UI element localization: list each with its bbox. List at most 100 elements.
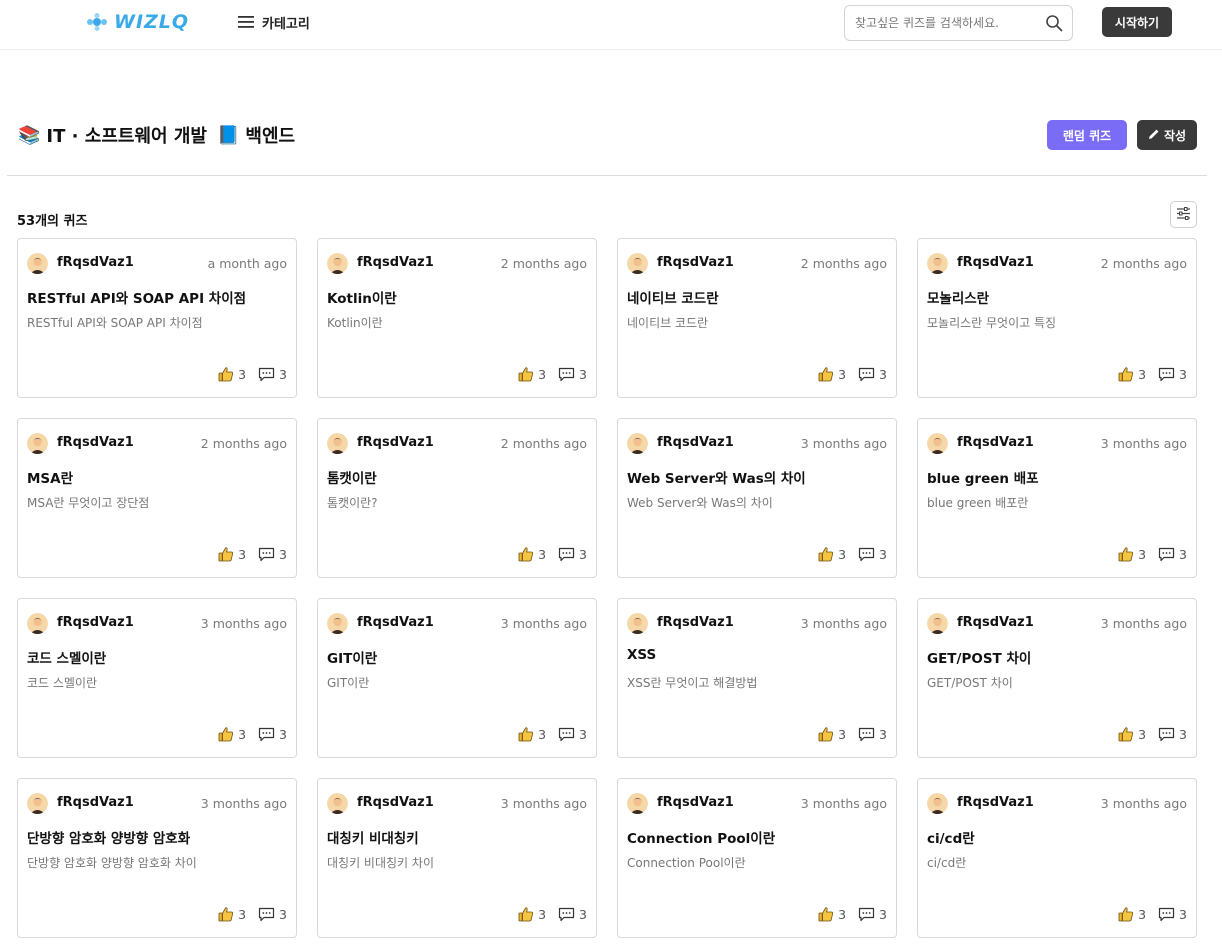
- quiz-card[interactable]: fRqsdVaz1 3 months ago blue green 배포 blu…: [917, 418, 1197, 578]
- quiz-title: GIT이란: [327, 651, 378, 667]
- filter-button[interactable]: [1170, 201, 1197, 228]
- comment-count: 3: [879, 726, 887, 742]
- like-stat[interactable]: 3: [1118, 726, 1146, 742]
- pencil-icon: [1148, 128, 1164, 143]
- comment-stat[interactable]: 3: [1158, 367, 1187, 382]
- comment-stat[interactable]: 3: [558, 547, 587, 562]
- like-stat[interactable]: 3: [818, 906, 846, 922]
- thumbs-up-icon: [1118, 906, 1138, 922]
- thumbs-up-icon: [218, 726, 238, 742]
- quiz-title: Connection Pool이란: [627, 831, 776, 847]
- quiz-card[interactable]: fRqsdVaz1 3 months ago 코드 스멜이란 코드 스멜이란 3: [17, 598, 297, 758]
- comment-stat[interactable]: 3: [1158, 727, 1187, 742]
- random-quiz-button[interactable]: 랜덤 퀴즈: [1047, 120, 1127, 150]
- thumbs-up-icon: [218, 366, 238, 382]
- search-icon[interactable]: [1036, 6, 1072, 40]
- top-header: WIZLQ 카테고리 시작하기: [0, 0, 1222, 50]
- post-time: 3 months ago: [800, 436, 887, 451]
- thumbs-up-icon: [518, 906, 538, 922]
- avatar: [927, 253, 948, 274]
- comment-count: 3: [1179, 546, 1187, 562]
- comment-icon: [558, 547, 579, 562]
- search-input[interactable]: [845, 6, 1036, 40]
- quiz-card[interactable]: fRqsdVaz1 3 months ago ci/cd란 ci/cd란 3 3: [917, 778, 1197, 938]
- like-count: 3: [838, 906, 847, 922]
- comment-stat[interactable]: 3: [858, 727, 887, 742]
- comment-count: 3: [279, 366, 287, 382]
- quiz-title: GET/POST 차이: [927, 651, 1032, 667]
- quiz-stats: 3 3: [218, 546, 287, 562]
- quiz-stats: 3 3: [518, 366, 587, 382]
- quiz-card[interactable]: fRqsdVaz1 3 months ago 대칭키 비대칭키 대칭키 비대칭키…: [317, 778, 597, 938]
- like-stat[interactable]: 3: [818, 366, 846, 382]
- page-title: 📚 IT · 소프트웨어 개발 📘 백엔드: [18, 120, 295, 150]
- post-time: 3 months ago: [200, 616, 287, 631]
- avatar: [627, 793, 648, 814]
- comment-stat[interactable]: 3: [858, 547, 887, 562]
- author-name: fRqsdVaz1: [357, 615, 434, 630]
- like-stat[interactable]: 3: [818, 546, 846, 562]
- quiz-title: XSS: [627, 647, 657, 663]
- start-button[interactable]: 시작하기: [1102, 7, 1172, 37]
- quiz-card[interactable]: fRqsdVaz1 2 months ago 네이티브 코드란 네이티브 코드란…: [617, 238, 897, 398]
- post-time: a month ago: [207, 256, 287, 271]
- like-stat[interactable]: 3: [518, 726, 546, 742]
- quiz-card[interactable]: fRqsdVaz1 2 months ago 톰캣이란 톰캣이란? 3 3: [317, 418, 597, 578]
- quiz-title: 모놀리스란: [927, 291, 990, 307]
- like-stat[interactable]: 3: [518, 366, 546, 382]
- like-stat[interactable]: 3: [218, 906, 246, 922]
- comment-count: 3: [279, 906, 287, 922]
- like-stat[interactable]: 3: [218, 366, 246, 382]
- comment-stat[interactable]: 3: [558, 907, 587, 922]
- quiz-count: 53개의 퀴즈: [17, 214, 88, 229]
- like-count: 3: [538, 366, 547, 382]
- quiz-description: 단방향 암호화 양방향 암호화 차이: [27, 856, 197, 870]
- comment-stat[interactable]: 3: [1158, 547, 1187, 562]
- quiz-card[interactable]: fRqsdVaz1 a month ago RESTful API와 SOAP …: [17, 238, 297, 398]
- comment-count: 3: [879, 366, 887, 382]
- quiz-stats: 3 3: [1118, 366, 1187, 382]
- logo[interactable]: WIZLQ: [86, 9, 189, 35]
- logo-text: WIZLQ: [114, 11, 190, 33]
- comment-stat[interactable]: 3: [258, 727, 287, 742]
- quiz-card[interactable]: fRqsdVaz1 3 months ago XSS XSS란 무엇이고 해결방…: [617, 598, 897, 758]
- comment-stat[interactable]: 3: [558, 367, 587, 382]
- like-stat[interactable]: 3: [218, 726, 246, 742]
- quiz-description: 모놀리스란 무엇이고 특징: [927, 316, 1057, 330]
- comment-stat[interactable]: 3: [558, 727, 587, 742]
- quiz-card[interactable]: fRqsdVaz1 3 months ago GIT이란 GIT이란 3 3: [317, 598, 597, 758]
- post-time: 2 months ago: [500, 256, 587, 271]
- like-stat[interactable]: 3: [518, 906, 546, 922]
- like-stat[interactable]: 3: [818, 726, 846, 742]
- quiz-card[interactable]: fRqsdVaz1 3 months ago Connection Pool이란…: [617, 778, 897, 938]
- quiz-card[interactable]: fRqsdVaz1 2 months ago 모놀리스란 모놀리스란 무엇이고 …: [917, 238, 1197, 398]
- quiz-card[interactable]: fRqsdVaz1 3 months ago Web Server와 Was의 …: [617, 418, 897, 578]
- like-stat[interactable]: 3: [218, 546, 246, 562]
- author-name: fRqsdVaz1: [957, 795, 1034, 810]
- like-stat[interactable]: 3: [1118, 906, 1146, 922]
- comment-stat[interactable]: 3: [1158, 907, 1187, 922]
- write-button[interactable]: 작성: [1137, 120, 1197, 150]
- like-stat[interactable]: 3: [1118, 366, 1146, 382]
- quiz-card[interactable]: fRqsdVaz1 2 months ago Kotlin이란 Kotlin이란…: [317, 238, 597, 398]
- comment-stat[interactable]: 3: [258, 547, 287, 562]
- quiz-title: Kotlin이란: [327, 291, 397, 307]
- like-stat[interactable]: 3: [518, 546, 546, 562]
- quiz-card[interactable]: fRqsdVaz1 3 months ago GET/POST 차이 GET/P…: [917, 598, 1197, 758]
- quiz-card[interactable]: fRqsdVaz1 2 months ago MSA란 MSA란 무엇이고 장단…: [17, 418, 297, 578]
- like-count: 3: [838, 726, 847, 742]
- comment-stat[interactable]: 3: [858, 907, 887, 922]
- post-time: 3 months ago: [500, 796, 587, 811]
- comment-stat[interactable]: 3: [858, 367, 887, 382]
- quiz-card[interactable]: fRqsdVaz1 3 months ago 단방향 암호화 양방향 암호화 단…: [17, 778, 297, 938]
- comment-icon: [858, 907, 879, 922]
- like-stat[interactable]: 3: [1118, 546, 1146, 562]
- category-menu-button[interactable]: 카테고리: [237, 10, 310, 34]
- quiz-description: blue green 배포란: [927, 496, 1029, 510]
- quiz-description: GIT이란: [327, 676, 370, 690]
- avatar: [927, 613, 948, 634]
- thumbs-up-icon: [218, 546, 238, 562]
- comment-stat[interactable]: 3: [258, 367, 287, 382]
- comment-stat[interactable]: 3: [258, 907, 287, 922]
- hamburger-icon: [237, 15, 255, 29]
